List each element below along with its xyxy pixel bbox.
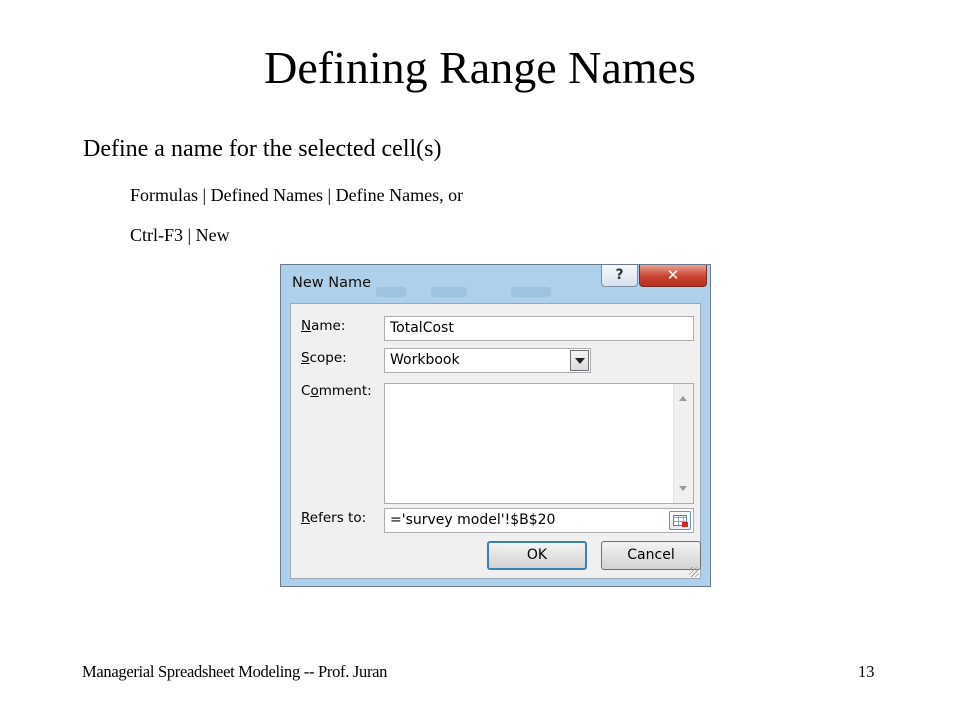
resize-grip-icon[interactable] bbox=[689, 567, 699, 577]
dialog-client-area: Name: TotalCost Scope: Workbook Comment:… bbox=[290, 303, 701, 579]
footer-text: Managerial Spreadsheet Modeling -- Prof.… bbox=[82, 662, 388, 681]
background-ribbon-blur bbox=[431, 287, 467, 297]
sub-bullet-shortcut: Ctrl-F3 | New bbox=[130, 225, 230, 245]
slide-title: Defining Range Names bbox=[264, 42, 696, 93]
scroll-down-icon[interactable] bbox=[679, 486, 687, 491]
chevron-down-icon[interactable] bbox=[570, 350, 589, 371]
scope-label: Scope: bbox=[301, 350, 347, 366]
sub-bullet-menu-path: Formulas | Defined Names | Define Names,… bbox=[130, 185, 464, 205]
scroll-up-icon[interactable] bbox=[679, 396, 687, 401]
scope-value: Workbook bbox=[390, 352, 460, 368]
ok-button[interactable]: OK bbox=[487, 541, 587, 570]
help-button[interactable]: ? bbox=[601, 265, 638, 287]
name-input[interactable]: TotalCost bbox=[384, 316, 694, 341]
refers-to-value: ='survey model'!$B$20 bbox=[390, 512, 556, 528]
cancel-button[interactable]: Cancel bbox=[601, 541, 701, 570]
help-icon: ? bbox=[615, 267, 624, 283]
refers-to-label: Refers to: bbox=[301, 510, 367, 526]
main-bullet: Define a name for the selected cell(s) bbox=[83, 136, 442, 162]
background-ribbon-blur bbox=[376, 287, 406, 297]
close-icon: ✕ bbox=[666, 266, 680, 284]
refers-to-input[interactable]: ='survey model'!$B$20 bbox=[384, 508, 694, 533]
page-number: 13 bbox=[858, 662, 875, 681]
comment-textarea[interactable] bbox=[384, 383, 694, 504]
range-select-marker bbox=[682, 522, 688, 527]
comment-label: Comment: bbox=[301, 383, 372, 399]
name-label: Name: bbox=[301, 318, 346, 334]
new-name-dialog: New Name ? ✕ Name: TotalCost Scope: Work… bbox=[280, 264, 711, 587]
comment-scrollbar[interactable] bbox=[673, 384, 693, 503]
background-ribbon-blur bbox=[511, 287, 551, 297]
scope-select[interactable]: Workbook bbox=[384, 348, 591, 373]
close-button[interactable]: ✕ bbox=[639, 265, 707, 287]
range-select-button[interactable] bbox=[669, 511, 691, 530]
dialog-title: New Name bbox=[292, 275, 372, 291]
